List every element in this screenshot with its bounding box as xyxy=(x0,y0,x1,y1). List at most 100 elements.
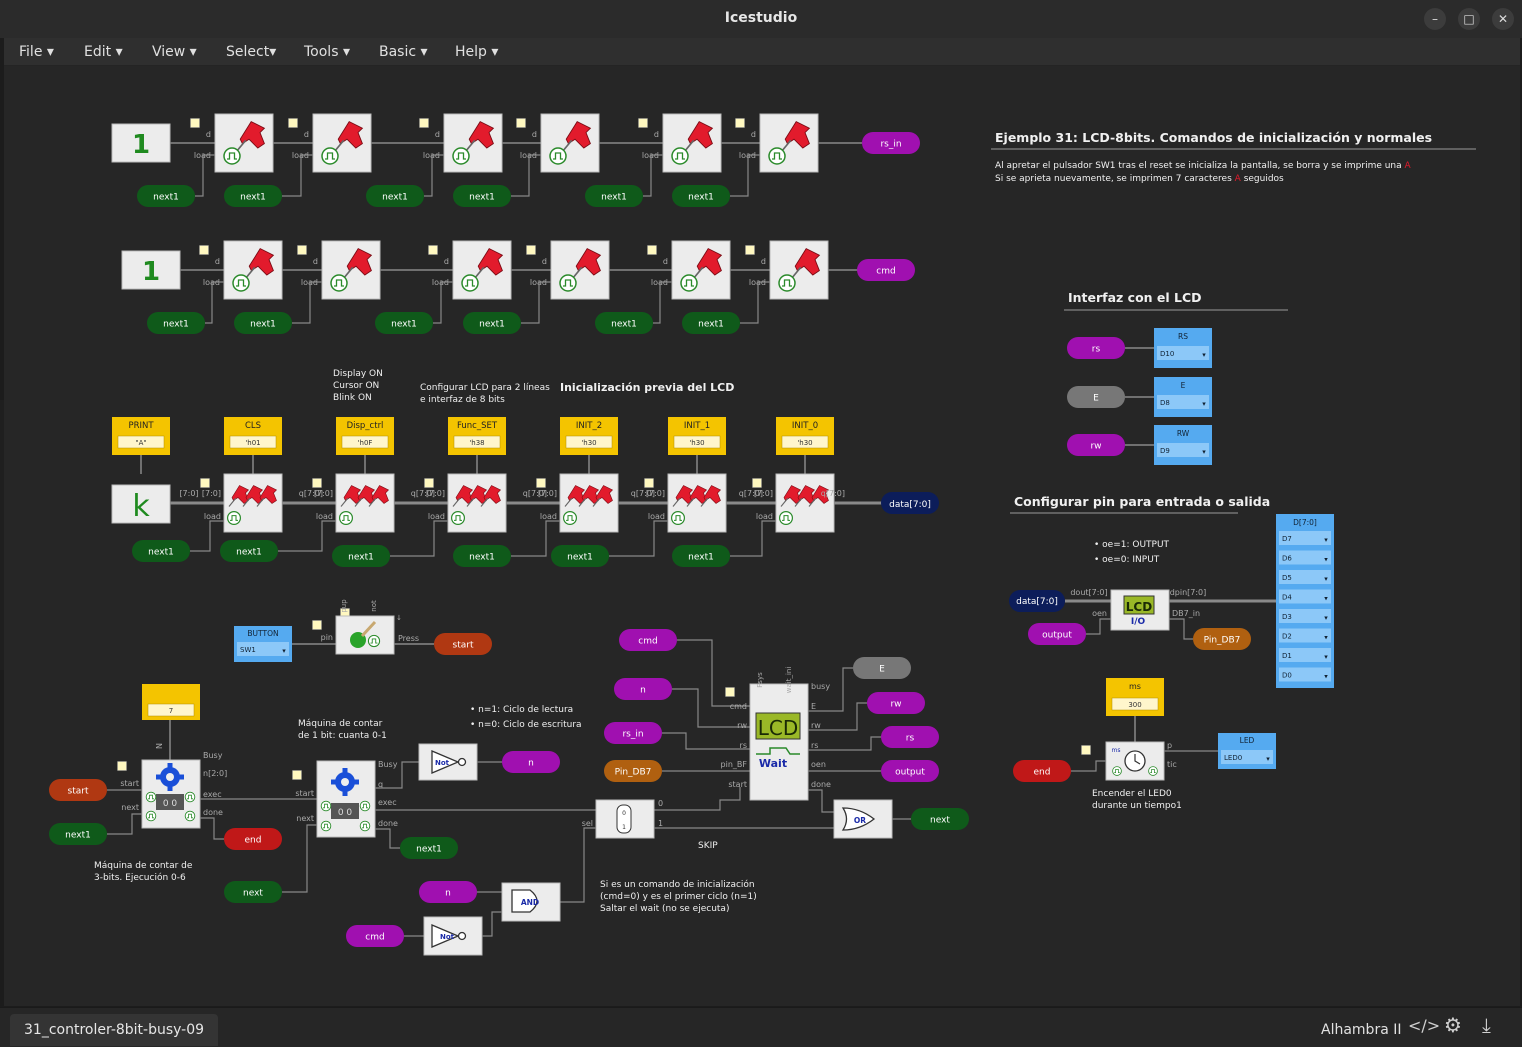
menu-tools[interactable]: Tools ▾ xyxy=(304,44,350,60)
board-selector[interactable]: Alhambra II xyxy=(1321,1022,1402,1038)
chevron-down-icon: ▾ xyxy=(1202,448,1206,456)
register-init-checkbox[interactable] xyxy=(644,478,654,488)
register-init-checkbox[interactable] xyxy=(516,118,526,128)
wait-ini-label: wait_ini xyxy=(785,667,793,694)
output-data-label: data[7:0] xyxy=(889,500,931,510)
init-checkbox[interactable] xyxy=(1081,745,1091,755)
const-value: 'h01 xyxy=(245,439,260,447)
register-init-checkbox[interactable] xyxy=(424,478,434,488)
wire xyxy=(677,639,750,707)
maq1-note: Máquina de contar de 1 bit: cuanta 0-1 xyxy=(298,719,387,741)
init-checkbox[interactable] xyxy=(725,687,735,697)
const-n-value: 7 xyxy=(169,707,173,715)
example-desc-1: Al apretar el pulsador SW1 tras el reset… xyxy=(995,161,1411,171)
register-init-checkbox[interactable] xyxy=(199,245,209,255)
register-init-checkbox[interactable] xyxy=(419,118,429,128)
port-d-label: d xyxy=(761,257,766,266)
init-checkbox[interactable] xyxy=(117,761,127,771)
register-init-checkbox[interactable] xyxy=(297,245,307,255)
si-es-note: Si es un comando de inicialización (cmd=0… xyxy=(600,880,757,914)
counter-display-digits: 0 0 xyxy=(338,808,353,818)
button-block[interactable] xyxy=(335,615,395,655)
menu-view[interactable]: View ▾ xyxy=(152,44,197,60)
register-init-checkbox[interactable] xyxy=(288,118,298,128)
n-tag-label: n xyxy=(640,686,646,696)
next1-tag-label: next1 xyxy=(65,831,91,841)
clock-icon xyxy=(321,147,339,165)
fsys-label: Fsys xyxy=(756,672,764,688)
code-icon[interactable]: </> xyxy=(1408,1016,1440,1035)
load-wire xyxy=(424,154,444,197)
file-tab[interactable]: 31_controler-8bit-busy-09 xyxy=(10,1014,219,1046)
next1-tag-label: next1 xyxy=(469,553,495,563)
register-init-checkbox[interactable] xyxy=(190,118,200,128)
next1-tag-label: next1 xyxy=(479,320,505,330)
const-name: INIT_1 xyxy=(684,421,710,431)
port-load-label: load xyxy=(540,512,557,521)
chevron-down-icon: ▾ xyxy=(1324,536,1328,544)
wire xyxy=(654,787,741,811)
const-name: INIT_0 xyxy=(792,421,818,431)
register-init-checkbox[interactable] xyxy=(200,478,210,488)
next1-tag-label: next1 xyxy=(153,193,179,203)
lcd-port-left: start xyxy=(728,780,747,789)
const-value: "A" xyxy=(135,439,146,447)
register-init-checkbox[interactable] xyxy=(745,245,755,255)
pin-block-name: RW xyxy=(1177,429,1190,438)
menu-select[interactable]: Select▾ xyxy=(226,44,276,60)
exec-port-label: exec xyxy=(203,790,222,799)
clock-icon xyxy=(778,274,796,292)
n1-note: • n=1: Ciclo de lectura xyxy=(470,705,574,715)
load-wire xyxy=(195,154,215,197)
register-init-checkbox[interactable] xyxy=(752,478,762,488)
dpin-value: D0 xyxy=(1282,672,1292,680)
clock-icon xyxy=(1112,766,1122,776)
wire xyxy=(808,736,881,751)
settings-icon[interactable]: ⚙ xyxy=(1444,1013,1462,1037)
pup-checkbox[interactable] xyxy=(312,620,322,630)
wire xyxy=(1071,760,1106,772)
save-icon[interactable]: ⤓ xyxy=(1482,1013,1491,1037)
clock-icon xyxy=(670,511,686,526)
close-button[interactable]: ✕ xyxy=(1492,8,1514,30)
and-gate-label: AND xyxy=(521,898,539,907)
register-init-checkbox[interactable] xyxy=(312,478,322,488)
end-tag-label: end xyxy=(245,836,262,846)
wire xyxy=(558,827,596,903)
title-bar: Icestudio – □ ✕ xyxy=(0,0,1522,38)
menu-basic[interactable]: Basic ▾ xyxy=(379,44,428,60)
const-name: Disp_ctrl xyxy=(347,421,384,431)
chevron-down-icon: ▾ xyxy=(1324,614,1328,622)
register-init-checkbox[interactable] xyxy=(647,245,657,255)
lcd-port-left: rw xyxy=(737,721,747,730)
chevron-down-icon: ▾ xyxy=(1324,653,1328,661)
register-init-checkbox[interactable] xyxy=(526,245,536,255)
menu-edit[interactable]: Edit ▾ xyxy=(84,44,123,60)
clock-icon xyxy=(359,820,371,832)
n-tag-label: n xyxy=(528,759,534,769)
register-init-checkbox[interactable] xyxy=(536,478,546,488)
register-init-checkbox[interactable] xyxy=(428,245,438,255)
pin-block-name: E xyxy=(1181,381,1186,390)
init-checkbox[interactable] xyxy=(292,770,302,780)
menu-file[interactable]: File ▾ xyxy=(19,44,54,60)
register-init-checkbox[interactable] xyxy=(638,118,648,128)
next1-tag-label: next1 xyxy=(391,320,417,330)
load-wire xyxy=(643,154,663,197)
const-value: 'h30 xyxy=(581,439,596,447)
lcd-wait-block[interactable] xyxy=(749,683,809,801)
interfaz-title: Interfaz con el LCD xyxy=(1068,290,1202,305)
port-load-label: load xyxy=(316,512,333,521)
io-lcd-text: LCD xyxy=(1126,600,1152,614)
register-init-checkbox[interactable] xyxy=(735,118,745,128)
load-wire xyxy=(282,154,313,197)
maximize-button[interactable]: □ xyxy=(1458,8,1480,30)
const-value: 'h30 xyxy=(797,439,812,447)
circuit-diagram[interactable]: 1 dloaddloaddloaddloaddloaddloadrs_innext… xyxy=(4,66,1520,1006)
output-cmd-label: cmd xyxy=(876,267,895,277)
minimize-button[interactable]: – xyxy=(1424,8,1446,30)
e-tag-label: E xyxy=(879,665,885,675)
circuit-canvas[interactable]: 1 d load d load d load d load d load d load rs_in next… xyxy=(4,66,1520,1006)
menu-help[interactable]: Help ▾ xyxy=(455,44,498,60)
k-const-value: k xyxy=(132,489,150,524)
